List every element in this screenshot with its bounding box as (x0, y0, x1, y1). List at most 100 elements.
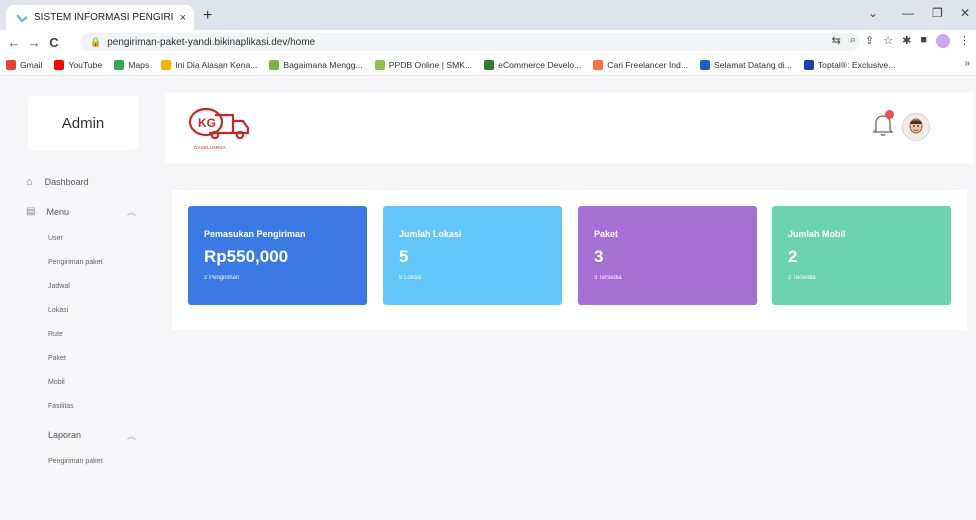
tab-title: SISTEM INFORMASI PENGIRIMAN (34, 12, 174, 23)
stat-card-lokasi[interactable]: Jumlah Lokasi 5 5 Lokasi (383, 206, 562, 305)
bookmark-item[interactable]: PPDB Online | SMK... (374, 59, 473, 70)
svg-text:CV.KELUARGA: CV.KELUARGA (194, 145, 226, 150)
sidebar-item-paket[interactable]: Paket (48, 355, 66, 362)
dashboard-content: Pemasukan Pengiriman Rp550,000 2 Pengiri… (172, 190, 967, 330)
new-tab-button[interactable]: + (203, 7, 212, 25)
notification-dot (885, 110, 894, 119)
bookmark-item[interactable]: eCommerce Develo... (484, 59, 582, 70)
bookmark-favicon-icon (161, 59, 172, 70)
bookmark-item[interactable]: Bagaimana Mengg... (269, 59, 363, 70)
bookmark-favicon-icon (114, 59, 125, 70)
sidebar-laporan-toggle[interactable]: Laporan ︿ (48, 430, 136, 441)
tab-search-icon[interactable]: ⌄ (868, 6, 878, 20)
zoom-icon[interactable]: ⌕ (850, 34, 856, 48)
user-avatar[interactable] (902, 113, 930, 141)
sidebar-item-user[interactable]: User (48, 235, 63, 242)
close-window-button[interactable]: ✕ (960, 6, 970, 20)
lock-icon: 🔒 (90, 36, 102, 47)
bookmark-label: YouTube (68, 59, 103, 70)
svg-text:KG: KG (198, 116, 216, 130)
sidebar-item-dashboard[interactable]: ⌂ Dashboard (26, 176, 89, 188)
profile-avatar-icon[interactable] (936, 34, 950, 48)
company-logo: KG CV.KELUARGA (188, 107, 250, 150)
bookmarks-overflow-button[interactable]: » (964, 58, 970, 69)
bookmark-item[interactable]: YouTube (54, 59, 103, 70)
sidebar-item-laporan-pengiriman[interactable]: Pengiriman paket (48, 458, 102, 465)
sidebar-item-fasilitas[interactable]: Fasilitas (48, 403, 74, 410)
stat-value: 3 (594, 247, 604, 266)
stat-card-pemasukan[interactable]: Pemasukan Pengiriman Rp550,000 2 Pengiri… (188, 206, 367, 305)
bookmark-favicon-icon (700, 59, 710, 70)
sidebar-item-label: Dashboard (44, 177, 89, 187)
browser-tab-bar: SISTEM INFORMASI PENGIRIMAN × + ⌄ — ❐ ✕ (0, 0, 976, 30)
stat-label: Jumlah Mobil (788, 229, 846, 239)
bookmark-label: Toptal®: Exclusive... (817, 59, 896, 70)
browser-toolbar: ⇆ ⌕ ⇪ ☆ ✱ ■ ⋮ (832, 34, 970, 48)
sidebar-menu-toggle[interactable]: ▤ Menu ︿ (26, 206, 136, 217)
home-icon: ⌂ (26, 176, 33, 188)
bookmark-item[interactable]: Ini Dia Alasan Kena... (161, 59, 257, 70)
reload-button[interactable]: C (44, 35, 64, 50)
bookmark-item[interactable]: Cari Freelancer Ind... (593, 59, 688, 70)
bookmark-item[interactable]: Gmail (6, 59, 43, 70)
stat-card-paket[interactable]: Paket 3 3 Tersedia (578, 206, 757, 305)
stat-value: Rp550,000 (204, 247, 289, 266)
address-bar: ← → C 🔒 pengiriman-paket-yandi.bikinapli… (0, 30, 976, 54)
bookmark-favicon-icon (54, 59, 65, 70)
sidebar-item-jadwal[interactable]: Jadwal (48, 283, 70, 290)
bookmark-label: Cari Freelancer Ind... (607, 59, 688, 70)
bookmark-item[interactable]: Toptal®: Exclusive... (803, 59, 896, 70)
admin-title: Admin (28, 96, 138, 150)
stat-value: 5 (399, 247, 409, 266)
stat-subtext: 2 Tersedia (788, 275, 816, 281)
tab-close-icon[interactable]: × (180, 12, 186, 24)
stat-subtext: 2 Pengiriman (204, 275, 240, 281)
stat-value: 2 (788, 247, 798, 266)
sidebar-item-lokasi[interactable]: Lokasi (48, 307, 68, 314)
url-text: pengiriman-paket-yandi.bikinaplikasi.dev… (107, 36, 316, 48)
stat-card-mobil[interactable]: Jumlah Mobil 2 2 Tersedia (772, 206, 951, 305)
bookmark-label: Gmail (20, 59, 43, 70)
sidebar: Admin ⌂ Dashboard ▤ Menu ︿ User Pengirim… (0, 76, 165, 520)
share-icon[interactable]: ⇪ (865, 34, 874, 48)
stat-label: Paket (594, 229, 619, 239)
restore-button[interactable]: ❐ (932, 6, 943, 20)
user-face-icon (909, 118, 923, 134)
bookmark-favicon-icon (593, 59, 604, 70)
top-header: KG CV.KELUARGA (165, 93, 973, 163)
bookmark-favicon-icon (374, 59, 385, 70)
bookmark-label: Selamat Datang di... (714, 59, 792, 70)
browser-menu-icon[interactable]: ⋮ (959, 34, 970, 48)
back-button[interactable]: ← (4, 35, 24, 50)
bookmark-label: Maps (128, 59, 150, 70)
stat-label: Pemasukan Pengiriman (204, 229, 306, 239)
bookmark-favicon-icon (6, 59, 16, 70)
forward-button[interactable]: → (24, 35, 44, 50)
chevron-up-icon: ︿ (126, 207, 136, 217)
stat-label: Jumlah Lokasi (399, 229, 462, 239)
bookmark-item[interactable]: Selamat Datang di... (700, 59, 792, 70)
minimize-button[interactable]: — (902, 6, 914, 20)
sidepanel-icon[interactable]: ■ (920, 34, 927, 48)
bookmark-item[interactable]: Maps (114, 59, 150, 70)
chevron-up-icon: ︿ (126, 430, 136, 441)
browser-tab[interactable]: SISTEM INFORMASI PENGIRIMAN × (6, 5, 194, 30)
bookmark-label: Bagaimana Mengg... (283, 59, 363, 70)
bookmark-favicon-icon (484, 59, 495, 70)
bookmark-star-icon[interactable]: ☆ (883, 34, 893, 48)
stat-subtext: 3 Tersedia (594, 275, 622, 281)
sidebar-item-label: Menu (46, 206, 69, 217)
bookmark-favicon-icon (269, 59, 280, 70)
bookmark-favicon-icon (803, 59, 814, 70)
sidebar-item-label: Laporan (48, 430, 82, 440)
sidebar-item-pengiriman-paket[interactable]: Pengiriman paket (48, 259, 102, 266)
menu-grid-icon: ▤ (26, 206, 36, 217)
bookmark-label: PPDB Online | SMK... (388, 59, 473, 70)
url-field[interactable]: 🔒 pengiriman-paket-yandi.bikinaplikasi.d… (80, 33, 860, 51)
sidebar-item-mobil[interactable]: Mobil (48, 379, 65, 386)
translate-icon[interactable]: ⇆ (832, 34, 841, 48)
bookmarks-bar: Gmail YouTube Maps Ini Dia Alasan Kena... Ba… (0, 54, 976, 76)
extensions-icon[interactable]: ✱ (902, 34, 911, 48)
bookmark-label: eCommerce Develo... (498, 59, 582, 70)
sidebar-item-rute[interactable]: Rute (48, 331, 63, 338)
